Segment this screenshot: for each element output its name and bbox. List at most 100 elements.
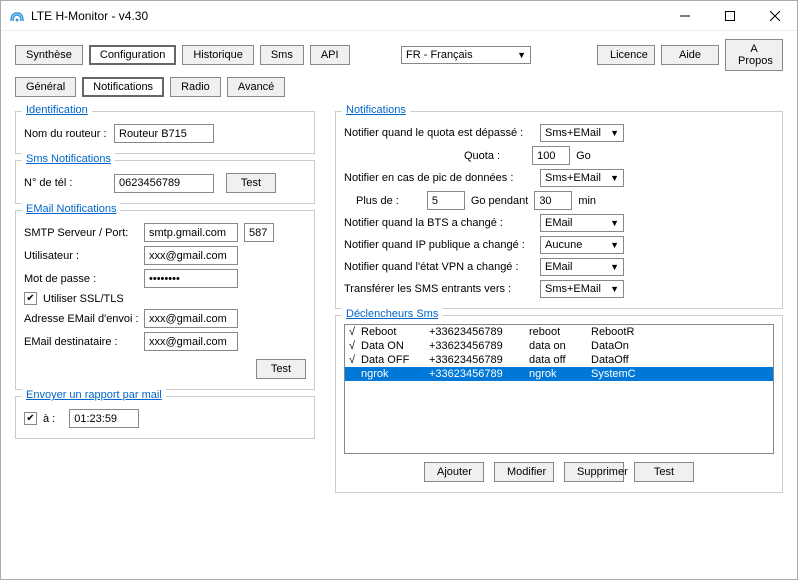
trigger-name: ngrok — [361, 368, 429, 380]
user-input[interactable] — [144, 246, 238, 265]
subtab-radio[interactable]: Radio — [170, 77, 221, 97]
apropos-button[interactable]: A Propos — [725, 39, 783, 71]
subtab-general[interactable]: Général — [15, 77, 76, 97]
vpn-select[interactable]: EMail▼ — [540, 258, 624, 276]
smtp-server-input[interactable] — [144, 223, 238, 242]
report-checkbox[interactable]: ✔ — [24, 412, 37, 425]
trigger-name: Reboot — [361, 326, 429, 338]
content-area: Synthèse Configuration Historique Sms AP… — [1, 31, 797, 579]
pass-input[interactable] — [144, 269, 238, 288]
trigger-name: Data ON — [361, 340, 429, 352]
subtab-avance[interactable]: Avancé — [227, 77, 286, 97]
quota-label: Quota : — [464, 150, 500, 162]
email-test-button[interactable]: Test — [256, 359, 306, 379]
more-than-input[interactable] — [427, 191, 465, 210]
trigger-keyword: data off — [529, 354, 591, 366]
triggers-list[interactable]: √Reboot+33623456789rebootRebootR√Data ON… — [344, 324, 774, 454]
to-input[interactable] — [144, 332, 238, 351]
trigger-row[interactable]: √Reboot+33623456789rebootRebootR — [345, 325, 773, 339]
at-label: à : — [43, 413, 55, 425]
chevron-down-icon: ▼ — [610, 262, 619, 272]
quota-exceeded-select[interactable]: Sms+EMail▼ — [540, 124, 624, 142]
sms-test-button[interactable]: Test — [226, 173, 276, 193]
chevron-down-icon: ▼ — [517, 50, 526, 60]
bts-label: Notifier quand la BTS a changé : — [344, 217, 534, 229]
left-column: Identification Nom du routeur : Sms Noti… — [15, 111, 315, 493]
trigger-check: √ — [349, 326, 361, 338]
trigger-action: DataOn — [591, 340, 769, 352]
window-controls — [662, 1, 797, 30]
router-input[interactable] — [114, 124, 214, 143]
add-button[interactable]: Ajouter — [424, 462, 484, 482]
notifications-legend: Notifications — [342, 104, 410, 116]
trigger-row[interactable]: √Data OFF+33623456789data offDataOff — [345, 353, 773, 367]
close-button[interactable] — [752, 1, 797, 30]
trigger-name: Data OFF — [361, 354, 429, 366]
maximize-button[interactable] — [707, 1, 752, 30]
chevron-down-icon: ▼ — [610, 218, 619, 228]
trigger-keyword: data on — [529, 340, 591, 352]
bts-select[interactable]: EMail▼ — [540, 214, 624, 232]
chevron-down-icon: ▼ — [610, 128, 619, 138]
subtab-notifications[interactable]: Notifications — [82, 77, 164, 97]
trigger-check — [349, 368, 361, 380]
trigger-keyword: reboot — [529, 326, 591, 338]
tel-input[interactable] — [114, 174, 214, 193]
trigger-keyword: ngrok — [529, 368, 591, 380]
minimize-button[interactable] — [662, 1, 707, 30]
duration-input[interactable] — [534, 191, 572, 210]
language-select[interactable]: FR - Français ▼ — [401, 46, 531, 64]
trigger-phone: +33623456789 — [429, 368, 529, 380]
edit-button[interactable]: Modifier — [494, 462, 554, 482]
trigger-action: RebootR — [591, 326, 769, 338]
sms-notif-fieldset: Sms Notifications N° de tél : Test — [15, 160, 315, 204]
triggers-test-button[interactable]: Test — [634, 462, 694, 482]
quota-exceeded-label: Notifier quand le quota est dépassé : — [344, 127, 534, 139]
data-peak-label: Notifier en cas de pic de données : — [344, 172, 534, 184]
tab-synthese[interactable]: Synthèse — [15, 45, 83, 65]
email-notif-legend: EMail Notifications — [22, 203, 120, 215]
router-label: Nom du routeur : — [24, 128, 108, 140]
tab-configuration[interactable]: Configuration — [89, 45, 176, 65]
tab-api[interactable]: API — [310, 45, 350, 65]
report-time-input[interactable] — [69, 409, 139, 428]
chevron-down-icon: ▼ — [610, 173, 619, 183]
tab-sms[interactable]: Sms — [260, 45, 304, 65]
tel-label: N° de tél : — [24, 177, 108, 189]
trigger-row[interactable]: ngrok+33623456789ngrokSystemC — [345, 367, 773, 381]
trigger-phone: +33623456789 — [429, 354, 529, 366]
trigger-phone: +33623456789 — [429, 340, 529, 352]
quota-input[interactable] — [532, 146, 570, 165]
licence-button[interactable]: Licence — [597, 45, 655, 65]
smtp-port-input[interactable] — [244, 223, 274, 242]
aide-button[interactable]: Aide — [661, 45, 719, 65]
triggers-buttons: Ajouter Modifier Supprimer Test — [344, 462, 774, 482]
ip-select[interactable]: Aucune▼ — [540, 236, 624, 254]
forward-label: Transférer les SMS entrants vers : — [344, 283, 534, 295]
sms-notif-legend: Sms Notifications — [22, 153, 115, 165]
trigger-check: √ — [349, 354, 361, 366]
ssl-checkbox[interactable]: ✔ — [24, 292, 37, 305]
trigger-check: √ — [349, 340, 361, 352]
quota-unit: Go — [576, 150, 591, 162]
data-peak-select[interactable]: Sms+EMail▼ — [540, 169, 624, 187]
smtp-label: SMTP Serveur / Port: — [24, 227, 138, 239]
tab-historique[interactable]: Historique — [182, 45, 254, 65]
report-fieldset: Envoyer un rapport par mail ✔ à : — [15, 396, 315, 439]
report-legend: Envoyer un rapport par mail — [22, 389, 166, 401]
trigger-action: DataOff — [591, 354, 769, 366]
columns: Identification Nom du routeur : Sms Noti… — [15, 111, 783, 493]
more-than-label: Plus de : — [356, 195, 399, 207]
delete-button[interactable]: Supprimer — [564, 462, 624, 482]
chevron-down-icon: ▼ — [610, 284, 619, 294]
from-label: Adresse EMail d'envoi : — [24, 313, 138, 325]
duration-unit: min — [578, 195, 596, 207]
trigger-phone: +33623456789 — [429, 326, 529, 338]
forward-select[interactable]: Sms+EMail▼ — [540, 280, 624, 298]
more-than-unit: Go pendant — [471, 195, 529, 207]
pass-label: Mot de passe : — [24, 273, 138, 285]
trigger-row[interactable]: √Data ON+33623456789data onDataOn — [345, 339, 773, 353]
from-input[interactable] — [144, 309, 238, 328]
app-window: LTE H-Monitor - v4.30 Synthèse Configura… — [0, 0, 798, 580]
to-label: EMail destinataire : — [24, 336, 138, 348]
